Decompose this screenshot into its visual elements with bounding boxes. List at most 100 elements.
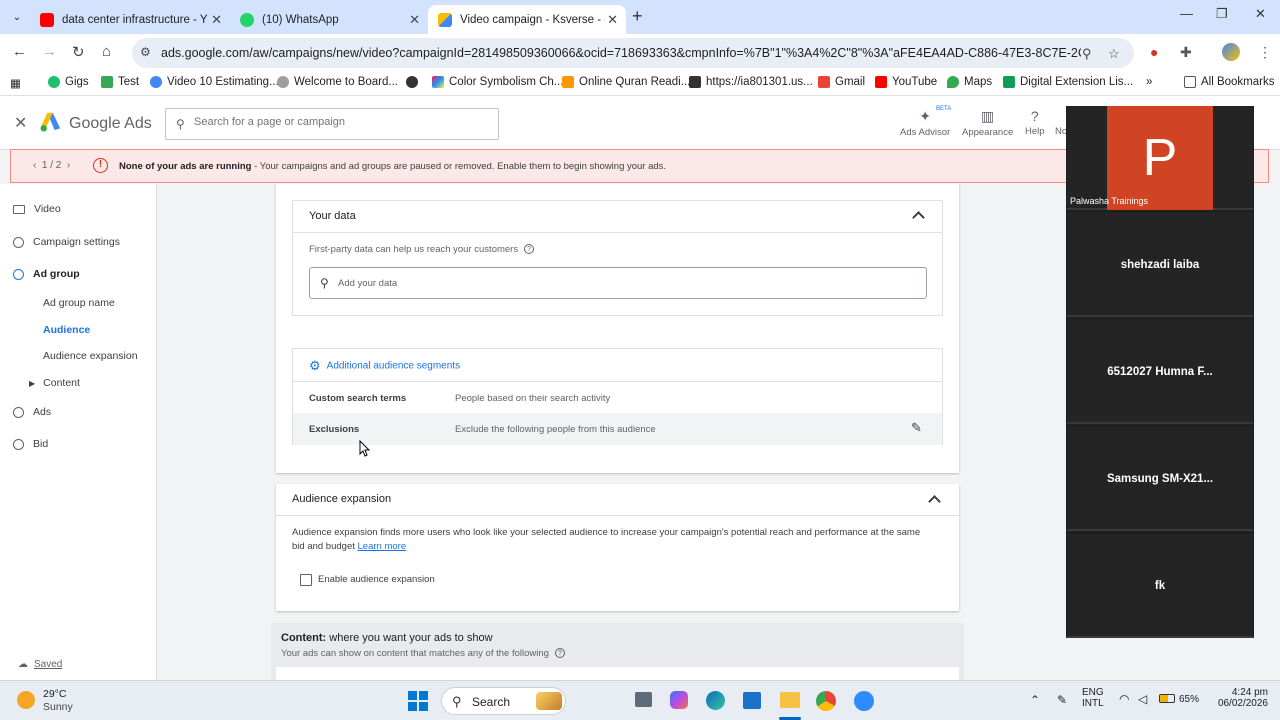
help-icon[interactable]: ? <box>554 648 565 659</box>
new-tab-button[interactable]: + <box>632 6 643 27</box>
home-icon[interactable]: ⌂ <box>102 43 111 60</box>
language-indicator[interactable]: ENG INTL <box>1082 687 1104 709</box>
tab-whatsapp[interactable]: (10) WhatsApp ✕ <box>230 5 428 34</box>
nav-audience[interactable]: Audience <box>43 324 90 336</box>
pen-tray-icon[interactable]: ✎ <box>1057 693 1067 707</box>
profile-avatar[interactable] <box>1222 43 1240 61</box>
weather-sun-icon[interactable] <box>17 691 35 709</box>
battery-icon[interactable] <box>1159 694 1175 703</box>
reload-icon[interactable]: ↻ <box>72 43 85 61</box>
zoom-icon[interactable] <box>854 691 874 711</box>
bookmark-welcome-board[interactable]: Welcome to Board... <box>277 76 398 88</box>
bookmark-archive[interactable]: https://ia801301.us... <box>689 76 813 88</box>
close-icon[interactable]: ✕ <box>14 113 27 133</box>
address-bar[interactable]: ⚙ ads.google.com/aw/campaigns/new/video?… <box>132 38 1134 68</box>
extensions-puzzle-icon[interactable]: ✚ <box>1180 44 1192 61</box>
apps-grid-icon[interactable]: ▦ <box>10 76 21 90</box>
more-bookmarks-icon[interactable]: » <box>1146 76 1152 88</box>
tab-video-campaign[interactable]: Video campaign - Ksverse - Go ✕ <box>428 5 626 34</box>
additional-segments-header[interactable]: ⚙ Additional audience segments <box>309 358 460 374</box>
tab-youtube[interactable]: data center infrastructure - You ✕ <box>30 5 230 34</box>
windows-taskbar: 29°C Sunny ⚲ Search ⌃ ✎ ENG INTL ◠ ◁ 65% … <box>0 680 1280 720</box>
participant-tile[interactable]: Samsung SM-X21... <box>1067 427 1253 531</box>
nav-ad-group-name[interactable]: Ad group name <box>43 297 115 309</box>
participant-tile[interactable]: 6512027 Humna F... <box>1067 320 1253 424</box>
bookmark-maps[interactable]: Maps <box>947 76 992 88</box>
collapse-chevron-icon[interactable] <box>912 211 925 224</box>
collapse-chevron-icon[interactable] <box>928 495 941 508</box>
exclusions-row[interactable]: Exclusions Exclude the following people … <box>293 413 942 445</box>
nav-video[interactable]: Video <box>13 203 61 215</box>
campaign-steps-nav: Video Campaign settings Ad group Ad grou… <box>0 184 157 680</box>
battery-percent: 65% <box>1179 694 1200 705</box>
nav-ad-group[interactable]: Ad group <box>13 268 80 280</box>
window-close-icon[interactable]: ✕ <box>1255 6 1266 22</box>
wifi-icon[interactable]: ◠ <box>1119 692 1129 706</box>
participant-tile[interactable]: fk <box>1067 534 1253 638</box>
help-button[interactable]: ? Help <box>1025 108 1045 137</box>
bookmark-test[interactable]: Test <box>101 76 139 88</box>
globe-icon <box>406 76 418 88</box>
chrome-icon[interactable] <box>816 691 836 711</box>
banner-pager[interactable]: ‹ 1 / 2 › <box>33 160 70 171</box>
taskbar-search[interactable]: ⚲ Search <box>441 687 566 715</box>
minimize-icon[interactable]: — <box>1180 6 1193 21</box>
help-icon[interactable]: ? <box>524 244 535 255</box>
close-tab-icon[interactable]: ✕ <box>607 12 618 28</box>
nav-campaign-settings[interactable]: Campaign settings <box>13 236 120 248</box>
ads-search-box[interactable]: ⚲ <box>165 108 499 140</box>
nav-audience-expansion[interactable]: Audience expansion <box>43 350 138 362</box>
learn-more-link[interactable]: Learn more <box>358 541 407 552</box>
clock[interactable]: 4:24 pm 06/02/2026 <box>1212 687 1268 709</box>
ads-advisor-button[interactable]: ✦ Ads Advisor <box>900 108 950 138</box>
step-circle-icon <box>13 268 24 280</box>
weather-temp: 29°C <box>43 688 67 700</box>
participant-name: Palwasha Trainings <box>1070 196 1149 206</box>
close-tab-icon[interactable]: ✕ <box>409 12 420 28</box>
bookmark-gigs[interactable]: Gigs <box>48 76 89 88</box>
file-explorer-icon[interactable] <box>780 692 800 708</box>
site-info-icon[interactable]: ⚙ <box>140 45 151 59</box>
gmail-icon <box>818 76 830 88</box>
extension-icon[interactable]: ● <box>1150 44 1158 60</box>
bookmark-globe[interactable] <box>406 76 423 88</box>
color-icon <box>432 76 444 88</box>
edit-pencil-icon[interactable]: ✎ <box>911 420 922 436</box>
bookmark-video-estimating[interactable]: Video 10 Estimating... <box>150 76 279 88</box>
back-icon[interactable]: ← <box>12 43 27 60</box>
google-ads-icon <box>438 12 452 27</box>
enable-expansion-checkbox[interactable] <box>300 574 312 586</box>
bookmark-youtube[interactable]: YouTube <box>875 76 937 88</box>
tab-search-chevron-icon[interactable]: ⌄ <box>8 9 26 27</box>
task-view-icon[interactable] <box>635 692 652 707</box>
bookmark-color-symbolism[interactable]: Color Symbolism Ch... <box>432 76 563 88</box>
content-section: Content: where you want your ads to show… <box>271 623 964 680</box>
add-data-input[interactable]: ⚲ Add your data <box>309 267 927 299</box>
windows-start-icon[interactable] <box>408 691 428 711</box>
main-content: Your data First-party data can help us r… <box>158 184 1066 680</box>
bookmark-gmail[interactable]: Gmail <box>818 76 865 88</box>
copilot-icon[interactable] <box>670 691 688 709</box>
step-circle-icon <box>13 406 24 418</box>
volume-icon[interactable]: ◁ <box>1138 692 1147 706</box>
all-bookmarks[interactable]: All Bookmarks <box>1184 76 1275 88</box>
tray-chevron-icon[interactable]: ⌃ <box>1030 693 1040 707</box>
store-icon[interactable] <box>743 692 761 709</box>
edge-icon[interactable] <box>706 691 725 710</box>
appearance-icon: ▥ <box>981 108 995 124</box>
bookmark-online-quran[interactable]: Online Quran Readi... <box>562 76 690 88</box>
participant-tile[interactable]: P Palwasha Trainings <box>1067 106 1253 210</box>
participant-tile[interactable]: shehzadi laiba <box>1067 213 1253 317</box>
restore-icon[interactable]: ❐ <box>1216 6 1228 22</box>
forward-icon[interactable]: → <box>42 43 57 60</box>
nav-bid[interactable]: Bid <box>13 438 48 450</box>
close-tab-icon[interactable]: ✕ <box>211 12 222 28</box>
menu-kebab-icon[interactable]: ⋮ <box>1258 44 1272 61</box>
nav-content[interactable]: ▶ Content <box>29 377 80 389</box>
bookmark-star-icon[interactable]: ☆ <box>1108 46 1120 62</box>
zoom-search-icon[interactable]: ⚲ <box>1082 46 1092 62</box>
nav-ads[interactable]: Ads <box>13 406 51 418</box>
bookmark-digital-extension[interactable]: Digital Extension Lis... <box>1003 76 1133 88</box>
ads-search-input[interactable] <box>194 116 484 128</box>
appearance-button[interactable]: ▥ Appearance <box>962 108 1013 138</box>
